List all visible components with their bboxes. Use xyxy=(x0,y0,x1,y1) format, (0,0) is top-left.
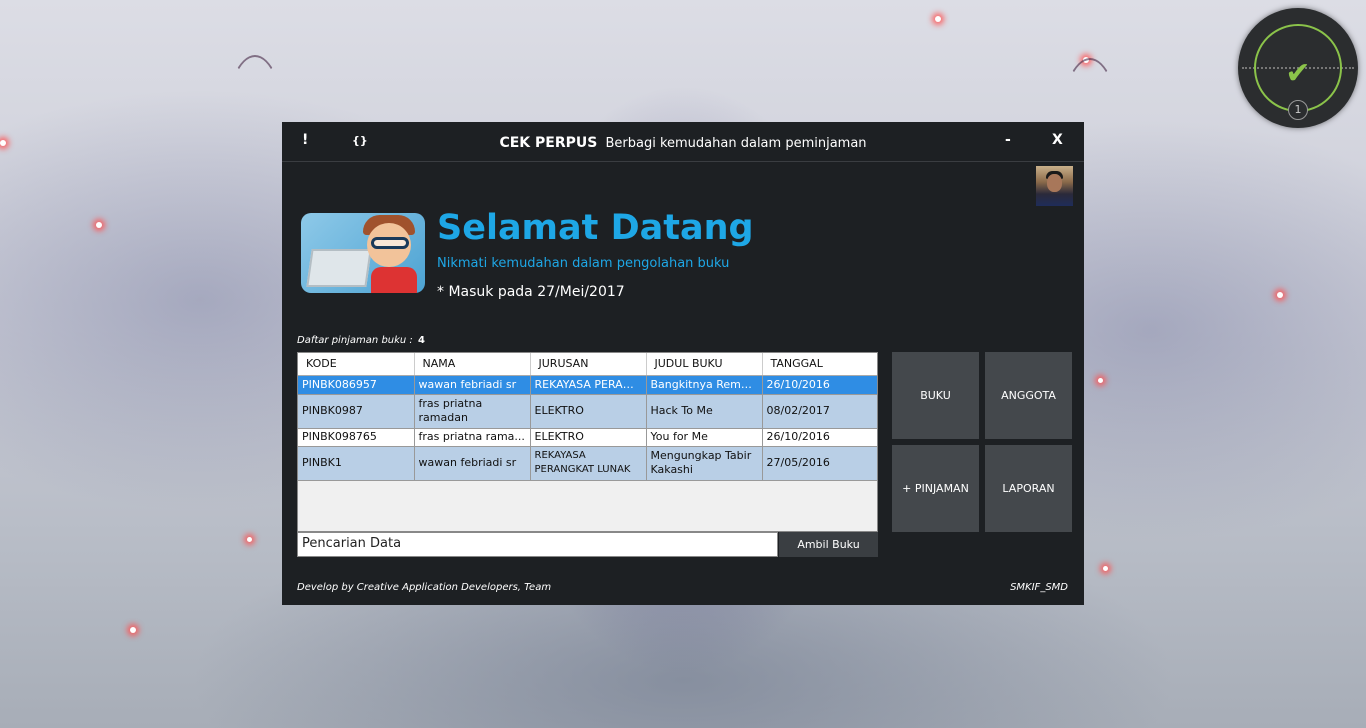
cell-kode[interactable]: PINBK1 xyxy=(298,446,415,481)
ambil-buku-button[interactable]: Ambil Buku xyxy=(779,532,878,557)
column-header-kode[interactable]: KODE xyxy=(298,353,415,376)
window-title: CEK PERPUS Berbagi kemudahan dalam pemin… xyxy=(282,135,1084,151)
table-row[interactable]: PINBK098765 fras priatna rama... ELEKTRO… xyxy=(298,428,877,447)
anggota-button[interactable]: ANGGOTA xyxy=(985,352,1072,439)
minimize-button[interactable]: - xyxy=(1005,132,1011,148)
app-tagline: Berbagi kemudahan dalam peminjaman xyxy=(605,136,867,151)
app-window: ! {} CEK PERPUS Berbagi kemudahan dalam … xyxy=(282,122,1084,605)
avatar-face xyxy=(1047,174,1062,192)
cell-judul-buku[interactable]: Mengungkap Tabir Kakashi xyxy=(646,446,763,481)
cell-kode[interactable]: PINBK098765 xyxy=(298,428,415,447)
welcome-subtitle: Nikmati kemudahan dalam pengolahan buku xyxy=(437,256,730,271)
table-row[interactable]: PINBK0987 fras priatna ramadan ELEKTRO H… xyxy=(298,394,877,429)
cell-judul-buku[interactable]: You for Me xyxy=(646,428,763,447)
welcome-illustration xyxy=(301,213,425,293)
spark xyxy=(1277,292,1283,298)
widget-count: 1 xyxy=(1288,100,1308,120)
spark xyxy=(1103,566,1108,571)
school-label: SMKIF_SMD xyxy=(1010,582,1068,593)
table-row[interactable]: PINBK086957 wawan febriadi sr REKAYASA P… xyxy=(298,375,877,395)
column-header-nama[interactable]: NAMA xyxy=(414,353,531,376)
cell-jurusan[interactable]: ELEKTRO xyxy=(530,428,647,447)
character-glasses xyxy=(371,237,409,249)
buku-button[interactable]: BUKU xyxy=(892,352,979,439)
close-button[interactable]: X xyxy=(1052,132,1063,148)
spark xyxy=(935,16,941,22)
column-header-judul-buku[interactable]: JUDUL BUKU xyxy=(646,353,763,376)
cell-kode[interactable]: PINBK086957 xyxy=(298,375,415,395)
cell-nama[interactable]: fras priatna ramadan xyxy=(414,394,531,429)
loan-list-label: Daftar pinjaman buku : 4 xyxy=(297,335,425,346)
cell-nama[interactable]: wawan febriadi sr xyxy=(414,375,531,395)
checkmark-icon: ✔ xyxy=(1285,56,1311,91)
character-shirt xyxy=(371,267,417,293)
table-header-row: KODE NAMA JURUSAN JUDUL BUKU TANGGAL xyxy=(298,353,877,376)
wisp xyxy=(225,55,285,195)
cell-tanggal[interactable]: 08/02/2017 xyxy=(762,394,877,429)
developer-credit: Develop by Creative Application Develope… xyxy=(297,582,552,593)
avatar[interactable] xyxy=(1036,166,1073,206)
column-header-jurusan[interactable]: JURUSAN xyxy=(530,353,647,376)
add-pinjaman-button[interactable]: + PINJAMAN xyxy=(892,445,979,532)
cell-nama[interactable]: fras priatna rama... xyxy=(414,428,531,447)
laptop-illustration xyxy=(306,249,372,287)
welcome-title: Selamat Datang xyxy=(437,208,754,248)
spark xyxy=(0,140,6,146)
status-widget[interactable]: ✔ 1 xyxy=(1238,8,1358,128)
login-info: * Masuk pada 27/Mei/2017 xyxy=(437,284,625,300)
cell-tanggal[interactable]: 27/05/2016 xyxy=(762,446,877,481)
cell-judul-buku[interactable]: Bangkitnya Remo... xyxy=(646,375,763,395)
cell-jurusan[interactable]: REKAYASA PERANG... xyxy=(530,375,647,395)
spark xyxy=(247,537,252,542)
title-bar: ! {} CEK PERPUS Berbagi kemudahan dalam … xyxy=(282,122,1084,162)
search-input[interactable]: Pencarian Data xyxy=(297,532,778,557)
loan-count: 4 xyxy=(418,335,425,346)
cell-judul-buku[interactable]: Hack To Me xyxy=(646,394,763,429)
cell-nama[interactable]: wawan febriadi sr xyxy=(414,446,531,481)
app-name: CEK PERPUS xyxy=(499,135,598,151)
spark xyxy=(1098,378,1103,383)
cell-kode[interactable]: PINBK0987 xyxy=(298,394,415,429)
column-header-tanggal[interactable]: TANGGAL xyxy=(762,353,877,376)
spark xyxy=(130,627,136,633)
table-row[interactable]: PINBK1 wawan febriadi sr REKAYASA PERANG… xyxy=(298,446,877,481)
cell-tanggal[interactable]: 26/10/2016 xyxy=(762,428,877,447)
spark xyxy=(96,222,102,228)
cell-jurusan[interactable]: REKAYASA PERANGKAT LUNAK xyxy=(530,446,647,481)
cell-tanggal[interactable]: 26/10/2016 xyxy=(762,375,877,395)
loan-list-caption: Daftar pinjaman buku : xyxy=(297,335,413,346)
loan-table[interactable]: KODE NAMA JURUSAN JUDUL BUKU TANGGAL PIN… xyxy=(297,352,878,532)
cell-jurusan[interactable]: ELEKTRO xyxy=(530,394,647,429)
laporan-button[interactable]: LAPORAN xyxy=(985,445,1072,532)
